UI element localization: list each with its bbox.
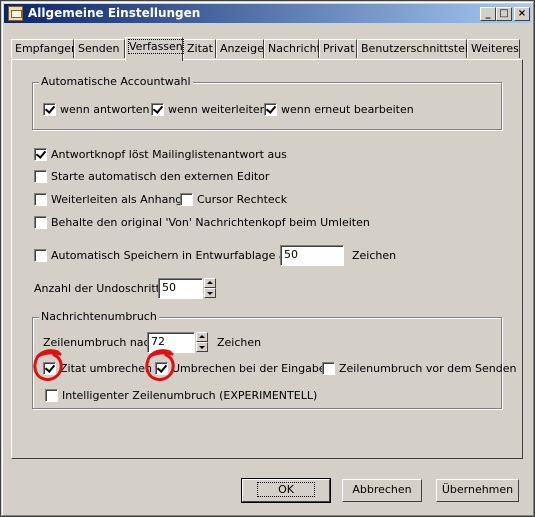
tab-nachricht[interactable]: Nachricht [264,39,321,58]
undo-label: Anzahl der Undoschritte [34,282,167,295]
tab-weiteres[interactable]: Weiteres [467,39,520,58]
checkbox-wrap-before-send[interactable]: Zeilenumbruch vor dem Senden [322,362,517,375]
account-group-title: Automatische Accountwahl [39,75,193,88]
window-title: Allgemeine Einstellungen [28,6,201,20]
checkbox-reply[interactable]: wenn antworten [43,103,150,116]
wrap-group-title: Nachrichtenumbruch [39,310,159,323]
line-wrap-unit: Zeichen [217,336,262,349]
settings-window: Allgemeine Einstellungen _ □ × Empfangen… [0,0,535,517]
checkbox-reply-button[interactable]: Antwortknopf löst Mailinglistenantwort a… [34,148,287,161]
ok-button[interactable]: OK [241,478,331,503]
undo-stepper[interactable] [204,278,216,299]
close-button[interactable]: × [514,7,530,21]
checkbox-reedit[interactable]: wenn erneut bearbeiten [264,103,414,116]
cancel-button[interactable]: Abbrechen [342,479,422,502]
tab-verfassen[interactable]: Verfassen [125,37,184,61]
stepper-down-icon[interactable] [196,342,208,352]
checkbox-autosave[interactable]: Automatisch Speichern in Entwurfablage a… [34,249,299,262]
checkbox-forward[interactable]: wenn weiterleiten [151,103,267,116]
title-bar[interactable]: Allgemeine Einstellungen _ □ × [4,4,531,23]
checkbox-box[interactable] [43,103,56,116]
autosave-unit: Zeichen [352,249,397,262]
app-icon [8,6,23,21]
checkbox-forward-attachment[interactable]: Weiterleiten als Anhang [34,193,182,206]
checkbox-box[interactable] [34,249,47,262]
tab-senden[interactable]: Senden [74,39,125,58]
stepper-down-icon[interactable] [204,288,216,298]
checkbox-box[interactable] [180,193,193,206]
checkbox-smart-wrap[interactable]: Intelligenter Zeilenumbruch (EXPERIMENTE… [45,389,317,402]
checkbox-box[interactable] [34,170,47,183]
checkbox-external-editor[interactable]: Starte automatisch den externen Editor [34,170,269,183]
tab-privat[interactable]: Privat [319,39,357,58]
checkbox-cursor-rect[interactable]: Cursor Rechteck [180,193,287,206]
tab-panel-verfassen: Automatische Accountwahl wenn antworten … [11,59,523,459]
tab-benutzerschnittstelle[interactable]: Benutzerschnittstelle [357,39,478,58]
checkbox-box[interactable] [322,362,335,375]
apply-button[interactable]: Übernehmen [436,479,519,502]
stepper-up-icon[interactable] [196,332,208,342]
checkbox-box[interactable] [34,216,47,229]
checkbox-box[interactable] [45,389,58,402]
stepper-up-icon[interactable] [204,278,216,288]
minimize-button[interactable]: _ [480,7,496,21]
wrap-group: Nachrichtenumbruch Zeilenumbruch nach 72… [32,310,517,409]
annotation-circle-wrap-input [145,349,175,381]
checkbox-keep-from[interactable]: Behalte den original 'Von' Nachrichtenko… [34,216,370,229]
tab-zitat[interactable]: Zitat [183,39,216,58]
undo-input[interactable]: 50 [158,278,203,299]
maximize-button[interactable]: □ [496,7,512,21]
checkbox-box[interactable] [34,148,47,161]
checkbox-box[interactable] [34,193,47,206]
checkbox-box[interactable] [151,103,164,116]
account-group: Automatische Accountwahl wenn antworten … [32,75,502,130]
checkbox-box[interactable] [264,103,277,116]
autosave-input[interactable]: 50 [280,245,344,266]
tab-anzeige[interactable]: Anzeige [216,39,264,58]
line-wrap-stepper[interactable] [196,332,208,353]
annotation-circle-quote [33,349,63,381]
tab-empfangen[interactable]: Empfangen [11,39,78,58]
